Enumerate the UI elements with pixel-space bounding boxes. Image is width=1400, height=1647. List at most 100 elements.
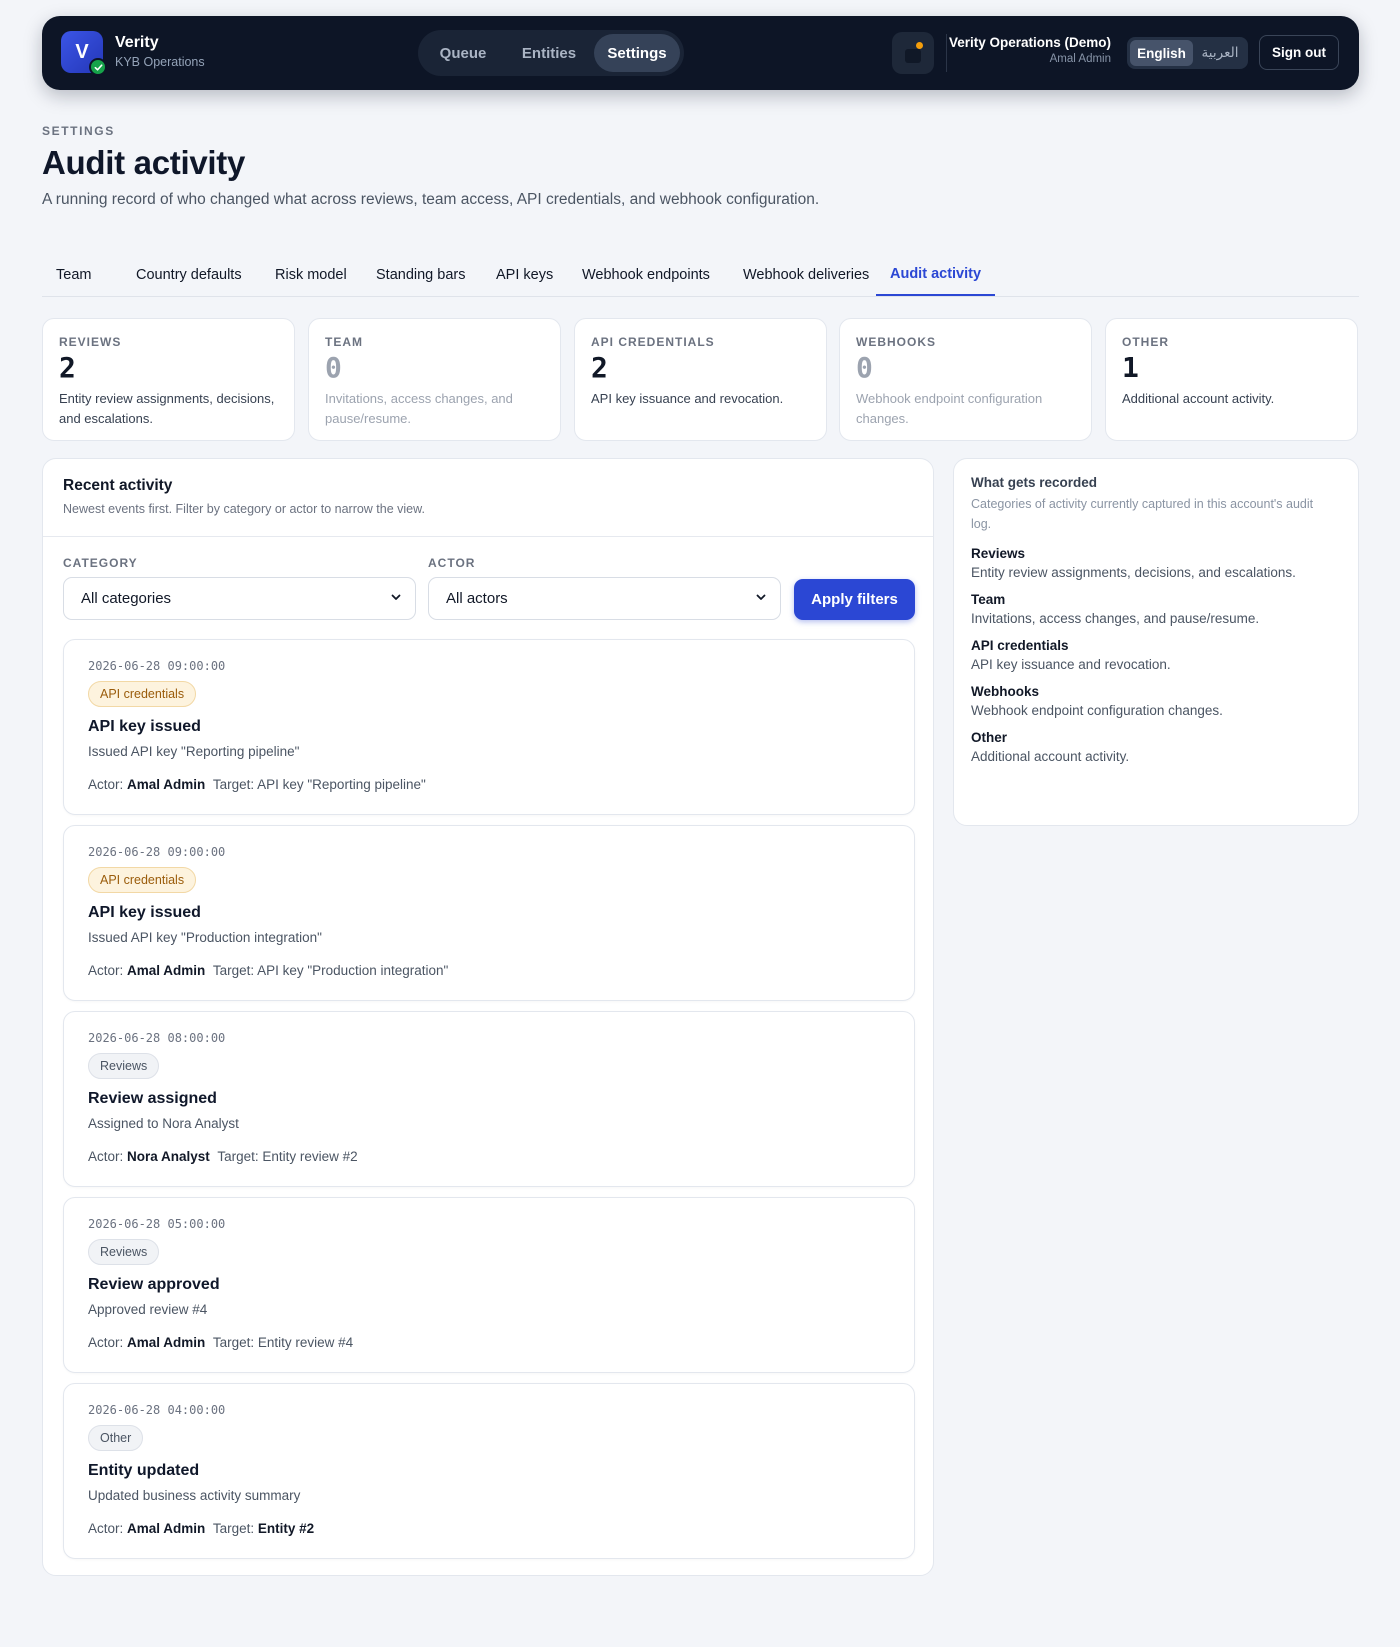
stat-card-other: OTHER 1 Additional account activity.	[1105, 318, 1358, 441]
event-description: Assigned to Nora Analyst	[88, 1116, 239, 1131]
actor-select[interactable]: All actors	[428, 577, 781, 620]
event-target: Entity review #2	[262, 1149, 358, 1164]
tab-api-keys[interactable]: API keys	[482, 254, 567, 296]
event-target: API key "Production integration"	[257, 963, 449, 978]
event-title: Review approved	[88, 1276, 220, 1293]
category-select[interactable]: All categories	[63, 577, 416, 620]
recorded-category: Webhooks Webhook endpoint configuration …	[971, 684, 1341, 718]
event-meta: Actor: Nora Analyst Target: Entity revie…	[88, 1149, 358, 1164]
stat-description: API key issuance and revocation.	[591, 391, 784, 406]
actor-prefix: Actor:	[88, 1335, 124, 1350]
actor-prefix: Actor:	[88, 1149, 124, 1164]
section-eyebrow: SETTINGS	[42, 124, 115, 138]
tab-risk-model[interactable]: Risk model	[261, 254, 361, 296]
event-actor: Nora Analyst	[127, 1149, 210, 1164]
apply-filters-button[interactable]: Apply filters	[794, 579, 915, 620]
panel-subtitle: Categories of activity currently capture…	[971, 497, 1314, 531]
recorded-category-name: Other	[971, 730, 1008, 745]
event-description: Issued API key "Production integration"	[88, 930, 322, 945]
page-description: A running record of who changed what acr…	[42, 191, 820, 208]
event-timestamp: 2026-06-28 09:00:00	[88, 659, 226, 673]
activity-event: 2026-06-28 09:00:00 API credentials API …	[63, 639, 915, 815]
category-select-value: All categories	[81, 590, 172, 607]
activity-event: 2026-06-28 08:00:00 Reviews Review assig…	[63, 1011, 915, 1187]
tab-country-defaults[interactable]: Country defaults	[122, 254, 256, 296]
settings-tabs: Team Country defaults Risk model Standin…	[42, 254, 1359, 297]
tab-team[interactable]: Team	[42, 254, 105, 296]
category-badge: Reviews	[88, 1053, 160, 1079]
target-prefix: Target:	[212, 963, 255, 978]
stat-card-team: TEAM 0 Invitations, access changes, and …	[308, 318, 561, 441]
tab-audit-activity[interactable]: Audit activity	[876, 254, 996, 296]
event-target[interactable]: Entity #2	[258, 1521, 314, 1536]
stat-description: Invitations, access changes, and pause/r…	[325, 391, 513, 426]
event-meta: Actor: Amal Admin Target: API key "Produ…	[88, 963, 448, 978]
panel-title: What gets recorded	[971, 475, 1098, 490]
recent-activity-panel: Recent activity Newest events first. Fil…	[42, 458, 934, 1576]
activity-event: 2026-06-28 04:00:00 Other Entity updated…	[63, 1383, 915, 1559]
verified-check-icon	[89, 58, 107, 76]
theme-toggle-button[interactable]	[892, 32, 934, 74]
stat-label: TEAM	[325, 335, 363, 349]
recorded-category: Reviews Entity review assignments, decis…	[971, 546, 1341, 580]
nav-settings[interactable]: Settings	[594, 34, 680, 72]
stat-count: 2	[59, 351, 76, 384]
divider	[946, 34, 947, 72]
stat-description: Additional account activity.	[1122, 391, 1275, 406]
event-description: Updated business activity summary	[88, 1488, 301, 1503]
event-timestamp: 2026-06-28 08:00:00	[88, 1031, 226, 1045]
sign-out-button[interactable]: Sign out	[1259, 35, 1339, 70]
moon-icon	[905, 49, 921, 63]
recorded-category-description: Additional account activity.	[971, 749, 1130, 764]
nav-entities[interactable]: Entities	[506, 34, 592, 72]
recorded-category-description: Invitations, access changes, and pause/r…	[971, 611, 1260, 626]
stat-card-reviews: REVIEWS 2 Entity review assignments, dec…	[42, 318, 295, 441]
recorded-category-name: Team	[971, 592, 1006, 607]
category-badge: Reviews	[88, 1239, 160, 1265]
status-dot-icon	[916, 42, 923, 49]
actor-filter-label: ACTOR	[428, 556, 476, 570]
recorded-category-name: Webhooks	[971, 684, 1040, 699]
chevron-down-icon	[391, 594, 401, 600]
chevron-down-icon	[756, 594, 766, 600]
actor-prefix: Actor:	[88, 963, 124, 978]
event-actor: Amal Admin	[127, 777, 206, 792]
activity-event: 2026-06-28 05:00:00 Reviews Review appro…	[63, 1197, 915, 1373]
tab-webhook-deliveries[interactable]: Webhook deliveries	[729, 254, 883, 296]
panel-title: Recent activity	[63, 477, 173, 494]
language-option-english[interactable]: English	[1130, 40, 1193, 66]
stat-description: Entity review assignments, decisions, an…	[59, 391, 275, 426]
brand-subtitle: KYB Operations	[115, 55, 205, 69]
recorded-category: Team Invitations, access changes, and pa…	[971, 592, 1341, 626]
actor-prefix: Actor:	[88, 1521, 124, 1536]
main-nav: Queue Entities Settings	[418, 30, 684, 76]
tab-standing-bars[interactable]: Standing bars	[362, 254, 479, 296]
stat-label: OTHER	[1122, 335, 1169, 349]
language-option-arabic[interactable]: العربية	[1195, 40, 1245, 66]
event-timestamp: 2026-06-28 09:00:00	[88, 845, 226, 859]
tab-webhook-endpoints[interactable]: Webhook endpoints	[568, 254, 724, 296]
category-badge: Other	[88, 1425, 144, 1451]
event-title: Review assigned	[88, 1090, 217, 1107]
recorded-category-name: API credentials	[971, 638, 1069, 653]
recorded-category-description: Entity review assignments, decisions, an…	[971, 565, 1296, 580]
target-prefix: Target:	[212, 777, 255, 792]
event-target: Entity review #4	[257, 1335, 354, 1350]
event-title: API key issued	[88, 718, 201, 735]
recorded-category-description: Webhook endpoint configuration changes.	[971, 703, 1223, 718]
actor-prefix: Actor:	[88, 777, 124, 792]
recorded-category: Other Additional account activity.	[971, 730, 1341, 764]
event-title: API key issued	[88, 904, 201, 921]
event-timestamp: 2026-06-28 05:00:00	[88, 1217, 226, 1231]
current-user-name: Amal Admin	[1049, 53, 1111, 65]
target-prefix: Target:	[212, 1335, 255, 1350]
divider	[43, 536, 933, 537]
event-title: Entity updated	[88, 1462, 200, 1479]
stat-label: API CREDENTIALS	[591, 335, 715, 349]
recorded-category-description: API key issuance and revocation.	[971, 657, 1171, 672]
stat-label: WEBHOOKS	[856, 335, 936, 349]
nav-queue[interactable]: Queue	[422, 34, 504, 72]
category-filter-label: CATEGORY	[63, 556, 138, 570]
stat-count: 1	[1122, 351, 1139, 384]
page-title: Audit activity	[42, 144, 246, 181]
